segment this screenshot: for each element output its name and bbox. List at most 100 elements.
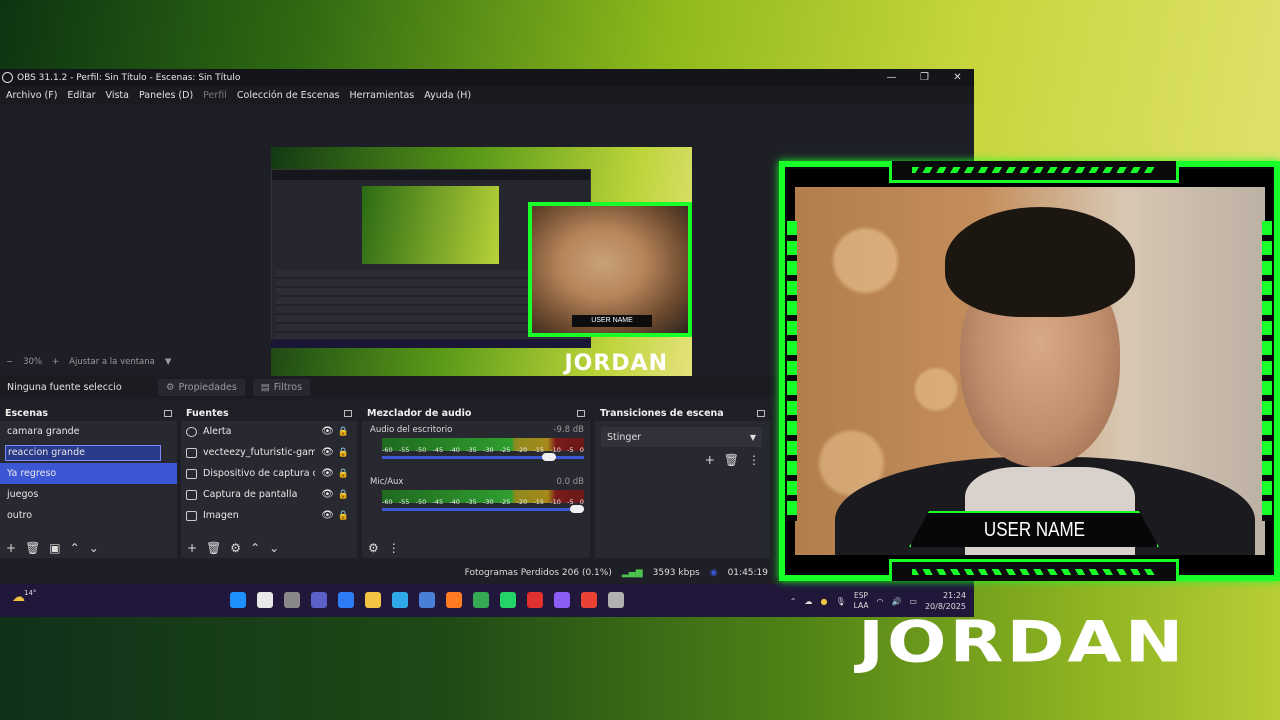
onedrive-icon[interactable]: ☁ xyxy=(804,597,812,606)
mixer-title: Mezclador de audio xyxy=(367,407,472,419)
obs-logo-icon xyxy=(2,72,13,83)
undock-icon[interactable] xyxy=(344,409,352,417)
zoom-in-button[interactable]: + xyxy=(52,357,59,367)
transition-select[interactable]: Stinger ▼ xyxy=(601,427,762,447)
app-tray-icon[interactable]: ● xyxy=(820,597,827,606)
advanced-audio-icon[interactable]: ⚙ xyxy=(368,541,379,555)
source-item[interactable]: Imagen 👁 🔒 xyxy=(181,505,357,526)
chevron-down-icon[interactable]: ⌄ xyxy=(89,541,99,555)
chrome-icon[interactable] xyxy=(581,592,597,608)
scene-filter-icon[interactable]: ▣ xyxy=(49,541,60,555)
eye-icon[interactable]: 👁 xyxy=(321,510,334,521)
maximize-button[interactable]: ❐ xyxy=(908,72,941,83)
menu-paneles[interactable]: Paneles (D) xyxy=(139,90,193,101)
chevron-up-icon[interactable]: ⌃ xyxy=(70,541,80,555)
discord-icon[interactable] xyxy=(554,592,570,608)
chrome-icon[interactable] xyxy=(473,592,489,608)
search-icon[interactable] xyxy=(257,592,273,608)
channel-name: Audio del escritorio xyxy=(370,425,453,435)
store-icon[interactable] xyxy=(419,592,435,608)
firefox-icon[interactable] xyxy=(446,592,462,608)
undock-icon[interactable] xyxy=(577,409,585,417)
fit-window-label[interactable]: Ajustar a la ventana xyxy=(69,357,155,367)
add-transition-button[interactable]: + xyxy=(705,453,715,467)
meter-ticks: -60 -55 -50 -45 -40 -35 -30 -25 -20 -15 -10 -5 0 xyxy=(382,498,584,506)
eye-icon[interactable]: 👁 xyxy=(321,426,334,437)
trash-icon[interactable]: 🗑 xyxy=(25,541,40,555)
chevron-up-icon[interactable]: ⌃ xyxy=(790,597,797,606)
source-item[interactable]: vecteezy_futuristic-gaming👁🔒 xyxy=(181,442,357,463)
scene-item-editing[interactable]: reaccion grande xyxy=(0,442,177,463)
preview-webcam-frame: USER NAME xyxy=(528,202,692,337)
eye-icon[interactable]: 👁 xyxy=(321,447,334,458)
menu-coleccion[interactable]: Colección de Escenas xyxy=(237,90,340,101)
scene-item[interactable]: camara grande xyxy=(0,421,177,442)
menu-ayuda[interactable]: Ayuda (H) xyxy=(424,90,471,101)
minimize-button[interactable]: — xyxy=(875,72,908,83)
frame-bottom-bar xyxy=(889,559,1179,581)
obs-taskbar-icon[interactable] xyxy=(608,592,624,608)
gear-icon: ⚙ xyxy=(166,381,175,393)
menu-archivo[interactable]: Archivo (F) xyxy=(6,90,57,101)
scene-item[interactable]: outro xyxy=(0,505,177,526)
chevron-up-icon[interactable]: ⌃ xyxy=(250,541,260,555)
slider-handle[interactable] xyxy=(541,453,556,461)
filters-button[interactable]: ▤ Filtros xyxy=(252,378,311,396)
menu-vista[interactable]: Vista xyxy=(106,90,129,101)
close-button[interactable]: ✕ xyxy=(941,72,974,83)
sources-title: Fuentes xyxy=(186,407,229,419)
lock-icon[interactable]: 🔒 xyxy=(338,448,349,458)
add-source-button[interactable]: + xyxy=(187,541,197,555)
menu-editar[interactable]: Editar xyxy=(67,90,95,101)
lock-icon[interactable]: 🔒 xyxy=(338,427,349,437)
username-plate: USER NAME xyxy=(909,511,1159,547)
windows-start-icon[interactable] xyxy=(230,592,246,608)
office-icon[interactable] xyxy=(527,592,543,608)
volume-slider[interactable] xyxy=(382,453,584,461)
lock-icon[interactable]: 🔒 xyxy=(338,469,349,479)
slider-handle[interactable] xyxy=(570,505,584,513)
chevron-down-icon[interactable]: ⌄ xyxy=(269,541,279,555)
gear-icon[interactable]: ⚙ xyxy=(230,541,241,555)
volume-meter: -60 -55 -50 -45 -40 -35 -30 -25 -20 -15 -10 -5 0 xyxy=(382,490,584,506)
eye-icon[interactable]: 👁 xyxy=(321,489,334,500)
preview-area[interactable]: USER NAME JORDAN xyxy=(0,104,780,384)
menu-herramientas[interactable]: Herramientas xyxy=(350,90,415,101)
volume-slider[interactable] xyxy=(382,505,584,513)
trash-icon[interactable]: 🗑 xyxy=(724,453,739,467)
microphone-icon[interactable]: 🎙 xyxy=(835,597,845,606)
more-options-icon[interactable]: ⋮ xyxy=(388,541,400,555)
teams-icon[interactable] xyxy=(311,592,327,608)
preview-canvas[interactable]: USER NAME JORDAN xyxy=(271,147,692,384)
add-scene-button[interactable]: + xyxy=(6,541,16,555)
channel-name: Mic/Aux xyxy=(370,477,404,487)
preview-username: USER NAME xyxy=(572,315,652,327)
properties-button[interactable]: ⚙ Propiedades xyxy=(158,378,245,396)
copilot-icon[interactable] xyxy=(338,592,354,608)
zoom-out-button[interactable]: − xyxy=(6,357,13,367)
scene-item-selected[interactable]: Ya regreso xyxy=(0,463,177,484)
whatsapp-icon[interactable] xyxy=(500,592,516,608)
source-item[interactable]: Alerta 👁 🔒 xyxy=(181,421,357,442)
edge-icon[interactable] xyxy=(392,592,408,608)
wifi-icon[interactable]: ◠ xyxy=(876,597,883,606)
more-options-icon[interactable]: ⋮ xyxy=(748,453,760,467)
task-view-icon[interactable] xyxy=(284,592,300,608)
chevron-down-icon[interactable]: ▼ xyxy=(165,357,172,367)
mixer-channel-mic: Mic/Aux 0.0 dB -60 -55 -50 -45 -40 -35 -30 -25 -2… xyxy=(362,473,590,513)
file-explorer-icon[interactable] xyxy=(365,592,381,608)
scene-item[interactable]: juegos xyxy=(0,484,177,505)
undock-icon[interactable] xyxy=(164,409,172,417)
menu-perfil[interactable]: Perfil xyxy=(203,90,227,101)
eye-icon[interactable]: 👁 xyxy=(321,468,334,479)
undock-icon[interactable] xyxy=(757,409,765,417)
battery-icon[interactable]: ▭ xyxy=(909,597,917,606)
signal-icon: ▂▄▆ xyxy=(621,568,643,578)
lock-icon[interactable]: 🔒 xyxy=(338,511,349,521)
source-item[interactable]: Captura de pantalla 👁 🔒 xyxy=(181,484,357,505)
menu-bar: Archivo (F) Editar Vista Paneles (D) Per… xyxy=(0,86,974,104)
trash-icon[interactable]: 🗑 xyxy=(206,541,221,555)
lock-icon[interactable]: 🔒 xyxy=(338,490,349,500)
source-item[interactable]: Dispositivo de captura de vídeo👁🔒 xyxy=(181,463,357,484)
volume-icon[interactable]: 🔊 xyxy=(891,597,901,606)
